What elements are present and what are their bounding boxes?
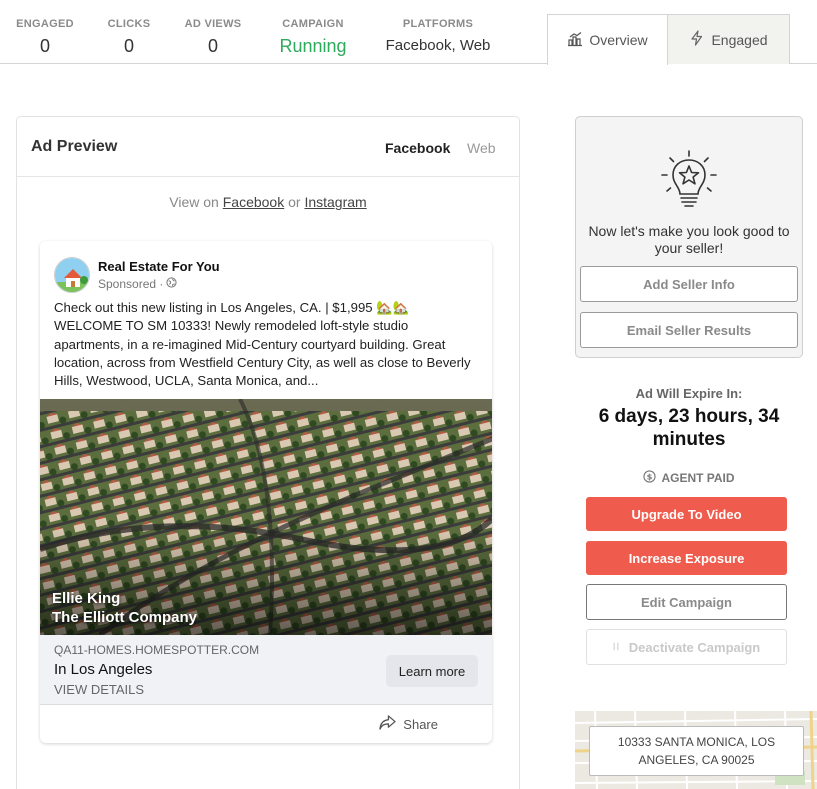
share-icon bbox=[379, 715, 396, 733]
deactivate-campaign-button[interactable]: Deactivate Campaign bbox=[586, 629, 787, 665]
facebook-post-preview: Real Estate For You Sponsored · Check ou… bbox=[40, 241, 492, 743]
fb-sponsored-label: Sponsored · bbox=[98, 277, 177, 291]
seller-message: Now let's make you look good to your sel… bbox=[588, 223, 790, 256]
ad-preview-card: Ad Preview Facebook Web View on Facebook… bbox=[16, 116, 520, 789]
fb-post-body: Check out this new listing in Los Angele… bbox=[54, 300, 471, 389]
map-address-line1: 10333 SANTA MONICA, LOS bbox=[617, 735, 776, 749]
stat-platforms: PLATFORMS Facebook, Web bbox=[380, 18, 496, 54]
email-seller-results-button[interactable]: Email Seller Results bbox=[580, 312, 798, 348]
dollar-coin-icon: $ bbox=[643, 470, 657, 486]
map-address-label: 10333 SANTA MONICA, LOS ANGELES, CA 9002… bbox=[589, 726, 804, 776]
image-caption-company: The Elliott Company bbox=[52, 609, 198, 626]
stat-ad-views: AD VIEWS 0 bbox=[180, 18, 246, 57]
fb-link-preview[interactable]: QA11-HOMES.HOMESPOTTER.COM In Los Angele… bbox=[40, 635, 492, 705]
add-seller-info-button[interactable]: Add Seller Info bbox=[580, 266, 798, 302]
ad-preview-header: Ad Preview Facebook Web bbox=[17, 117, 519, 177]
stat-platforms-value: Facebook, Web bbox=[385, 37, 491, 54]
pause-icon bbox=[613, 640, 619, 655]
link-subtitle: VIEW DETAILS bbox=[54, 682, 145, 697]
share-label: Share bbox=[403, 716, 438, 732]
edit-campaign-button[interactable]: Edit Campaign bbox=[586, 584, 787, 620]
link-domain: QA11-HOMES.HOMESPOTTER.COM bbox=[54, 643, 260, 657]
stat-campaign-label: CAMPAIGN bbox=[282, 18, 344, 30]
avatar bbox=[54, 257, 90, 293]
campaign-status: Running bbox=[279, 36, 347, 56]
svg-text:$: $ bbox=[647, 472, 653, 482]
view-on-instagram-link[interactable]: Instagram bbox=[304, 194, 366, 210]
agent-paid-label: AGENT PAID bbox=[661, 471, 735, 485]
stat-clicks-value: 0 bbox=[123, 36, 134, 56]
link-headline: In Los Angeles bbox=[54, 661, 153, 678]
stat-ad-views-value: 0 bbox=[207, 36, 218, 56]
globe-icon bbox=[166, 277, 177, 291]
tab-overview-label: Overview bbox=[589, 32, 648, 48]
ad-preview-title: Ad Preview bbox=[31, 138, 118, 155]
listing-photo: Ellie King The Elliott Company bbox=[40, 399, 492, 635]
agent-paid-badge: $ AGENT PAID bbox=[575, 470, 803, 486]
chart-icon bbox=[567, 31, 583, 50]
expiry-label: Ad Will Expire In: bbox=[635, 386, 743, 401]
seller-results-panel: Now let's make you look good to your sel… bbox=[575, 116, 803, 358]
tab-engaged-label: Engaged bbox=[711, 31, 768, 48]
image-caption-agent: Ellie King bbox=[52, 590, 121, 607]
fb-page-name[interactable]: Real Estate For You bbox=[98, 259, 220, 274]
stat-platforms-label: PLATFORMS bbox=[402, 18, 474, 30]
image-caption: Ellie King The Elliott Company bbox=[52, 589, 197, 627]
share-button[interactable]: Share bbox=[379, 715, 438, 733]
tab-overview[interactable]: Overview bbox=[547, 14, 668, 65]
increase-exposure-button[interactable]: Increase Exposure bbox=[586, 541, 787, 575]
view-on-facebook-link[interactable]: Facebook bbox=[223, 194, 284, 210]
stat-clicks-label: CLICKS bbox=[107, 18, 151, 30]
tab-engaged[interactable]: Engaged bbox=[667, 14, 790, 64]
stat-engaged-value: 0 bbox=[39, 36, 50, 56]
stat-clicks: CLICKS 0 bbox=[98, 18, 160, 57]
fb-sponsored-text: Sponsored · bbox=[98, 277, 164, 291]
lightning-icon bbox=[689, 30, 705, 49]
lightbulb-star-icon bbox=[658, 149, 720, 211]
expiry-countdown: 6 days, 23 hours, 34 minutes bbox=[598, 406, 780, 450]
learn-more-button[interactable]: Learn more bbox=[386, 655, 478, 687]
map-address-line2: ANGELES, CA 90025 bbox=[638, 753, 755, 767]
view-on-line: View on Facebook or Instagram bbox=[17, 194, 519, 210]
stat-engaged-label: ENGAGED bbox=[16, 18, 74, 30]
stat-ad-views-label: AD VIEWS bbox=[184, 18, 242, 30]
listing-map[interactable]: 10333 SANTA MONICA, LOS ANGELES, CA 9002… bbox=[575, 711, 817, 789]
view-on-prefix: View on bbox=[169, 194, 219, 210]
deactivate-campaign-label: Deactivate Campaign bbox=[628, 639, 761, 655]
upgrade-to-video-button[interactable]: Upgrade To Video bbox=[586, 497, 787, 531]
preview-tab-facebook[interactable]: Facebook bbox=[385, 140, 450, 156]
campaign-stats-bar: ENGAGED 0 CLICKS 0 AD VIEWS 0 CAMPAIGN R… bbox=[0, 0, 817, 65]
stat-engaged: ENGAGED 0 bbox=[14, 18, 76, 57]
stat-campaign: CAMPAIGN Running bbox=[270, 18, 356, 57]
preview-tab-web[interactable]: Web bbox=[467, 140, 496, 156]
view-on-connector: or bbox=[288, 194, 301, 210]
